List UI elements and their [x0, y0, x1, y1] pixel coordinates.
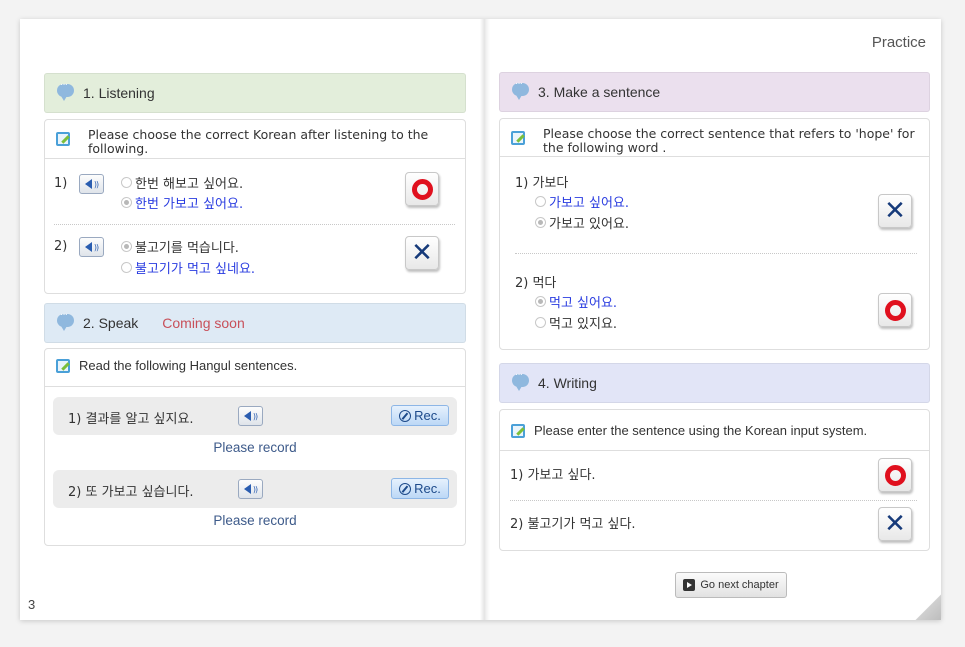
practice-header: Practice [871, 34, 926, 51]
right-page: Practice 3. Make a sentence Please choos… [490, 19, 941, 620]
option-text: 먹고 있지요. [549, 317, 618, 332]
option-text: 가보고 싶어요. [549, 196, 630, 211]
speak-instruction-text: Read the following Hangul sentences. [79, 358, 298, 373]
option-text: 한번 가보고 싶어요. [135, 197, 244, 212]
speak-item-row: 2) 또 가보고 싶습니다. Rec. [53, 470, 457, 508]
go-next-chapter-label: Go next chapter [700, 579, 779, 591]
wrong-mark-icon: ✕ [878, 194, 912, 228]
make-sentence-q1-option-2[interactable]: 가보고 있어요. [535, 213, 629, 232]
speech-bubble-icon [512, 369, 529, 391]
make-sentence-title: 3. Make a sentence [538, 84, 661, 100]
divider [500, 156, 929, 157]
make-sentence-box: Please choose the correct sentence that … [499, 118, 930, 350]
divider [45, 158, 465, 159]
book: 1. Listening Please choose the correct K… [20, 19, 941, 620]
divider [500, 450, 929, 451]
record-label: Rec. [414, 408, 441, 423]
writing-item: 2) 불고기가 먹고 싶다. [510, 517, 636, 532]
question-word: 2) 먹다 [515, 276, 557, 291]
book-gutter [480, 19, 490, 620]
question-word: 1) 가보다 [515, 176, 569, 191]
wrong-mark-icon: ✕ [878, 507, 912, 541]
radio-icon[interactable] [535, 196, 546, 207]
record-status: Please record [213, 440, 297, 455]
speak-instruction: Read the following Hangul sentences. [45, 349, 465, 373]
speak-section-header: 2. Speak Coming soon [44, 303, 466, 343]
divider [45, 386, 465, 387]
question-number: 1) [54, 176, 68, 191]
listening-title: 1. Listening [83, 85, 155, 101]
radio-icon[interactable] [121, 262, 132, 273]
speak-sentence: 2) 또 가보고 싶습니다. [68, 485, 194, 500]
speak-box: Read the following Hangul sentences. 1) … [44, 348, 466, 546]
speech-bubble-icon [57, 309, 74, 331]
make-sentence-instruction: Please choose the correct sentence that … [500, 119, 929, 155]
option-text: 불고기가 먹고 싶네요. [135, 262, 256, 277]
radio-selected-icon[interactable] [121, 241, 132, 252]
listening-instruction: Please choose the correct Korean after l… [45, 120, 465, 156]
speech-bubble-icon [512, 78, 529, 100]
audio-play-icon[interactable] [79, 237, 104, 257]
speak-title: 2. Speak [83, 315, 139, 331]
coming-soon-label: Coming soon [162, 315, 245, 331]
correct-mark-icon [878, 458, 912, 492]
audio-play-icon[interactable] [238, 479, 263, 499]
dotted-divider [54, 224, 455, 225]
pencil-icon [56, 359, 70, 373]
record-status: Please record [213, 513, 297, 528]
page-curl-corner[interactable] [915, 594, 941, 620]
speak-sentence: 1) 결과를 알고 싶지요. [68, 412, 194, 427]
make-sentence-q2-option-2[interactable]: 먹고 있지요. [535, 313, 617, 332]
pencil-icon [511, 131, 525, 145]
record-icon [399, 409, 412, 422]
listening-q1-option-1[interactable]: 한번 해보고 싶어요. [121, 173, 243, 192]
radio-icon[interactable] [121, 177, 132, 188]
make-sentence-instruction-text: Please choose the correct sentence that … [543, 126, 915, 155]
option-text: 가보고 있어요. [549, 217, 630, 232]
radio-selected-icon[interactable] [535, 217, 546, 228]
option-text: 불고기를 먹습니다. [135, 241, 239, 256]
audio-play-icon[interactable] [238, 406, 263, 426]
listening-box: Please choose the correct Korean after l… [44, 119, 466, 294]
pencil-icon [56, 132, 70, 146]
writing-instruction: Please enter the sentence using the Kore… [500, 410, 929, 438]
option-text: 먹고 싶어요. [549, 296, 618, 311]
listening-q1-option-2[interactable]: 한번 가보고 싶어요. [121, 193, 243, 212]
dotted-divider [515, 253, 917, 254]
listening-q2-option-2[interactable]: 불고기가 먹고 싶네요. [121, 258, 255, 277]
go-next-chapter-button[interactable]: Go next chapter [675, 572, 787, 598]
left-page: 1. Listening Please choose the correct K… [20, 19, 480, 620]
record-icon [399, 482, 412, 495]
writing-title: 4. Writing [538, 375, 597, 391]
speak-item-row: 1) 결과를 알고 싶지요. Rec. [53, 397, 457, 435]
record-label: Rec. [414, 481, 441, 496]
listening-section-header: 1. Listening [44, 73, 466, 113]
record-button[interactable]: Rec. [391, 478, 449, 499]
wrong-mark-icon: ✕ [405, 236, 439, 270]
radio-selected-icon[interactable] [535, 296, 546, 307]
correct-mark-icon [878, 293, 912, 327]
page-number-left: 3 [28, 597, 36, 612]
writing-section-header: 4. Writing [499, 363, 930, 403]
radio-icon[interactable] [535, 317, 546, 328]
dotted-divider [510, 500, 917, 501]
writing-box: Please enter the sentence using the Kore… [499, 409, 930, 551]
audio-play-icon[interactable] [79, 174, 104, 194]
make-sentence-q2-option-1[interactable]: 먹고 싶어요. [535, 292, 617, 311]
record-button[interactable]: Rec. [391, 405, 449, 426]
make-sentence-section-header: 3. Make a sentence [499, 72, 930, 112]
writing-instruction-text: Please enter the sentence using the Kore… [534, 423, 868, 438]
correct-mark-icon [405, 172, 439, 206]
play-icon [683, 579, 696, 591]
make-sentence-q1-option-1[interactable]: 가보고 싶어요. [535, 192, 629, 211]
question-number: 2) [54, 239, 68, 254]
writing-item: 1) 가보고 싶다. [510, 468, 596, 483]
radio-selected-icon[interactable] [121, 197, 132, 208]
option-text: 한번 해보고 싶어요. [135, 177, 244, 192]
speech-bubble-icon [57, 79, 74, 101]
listening-instruction-text: Please choose the correct Korean after l… [88, 127, 429, 156]
listening-q2-option-1[interactable]: 불고기를 먹습니다. [121, 237, 239, 256]
pencil-icon [511, 424, 525, 438]
